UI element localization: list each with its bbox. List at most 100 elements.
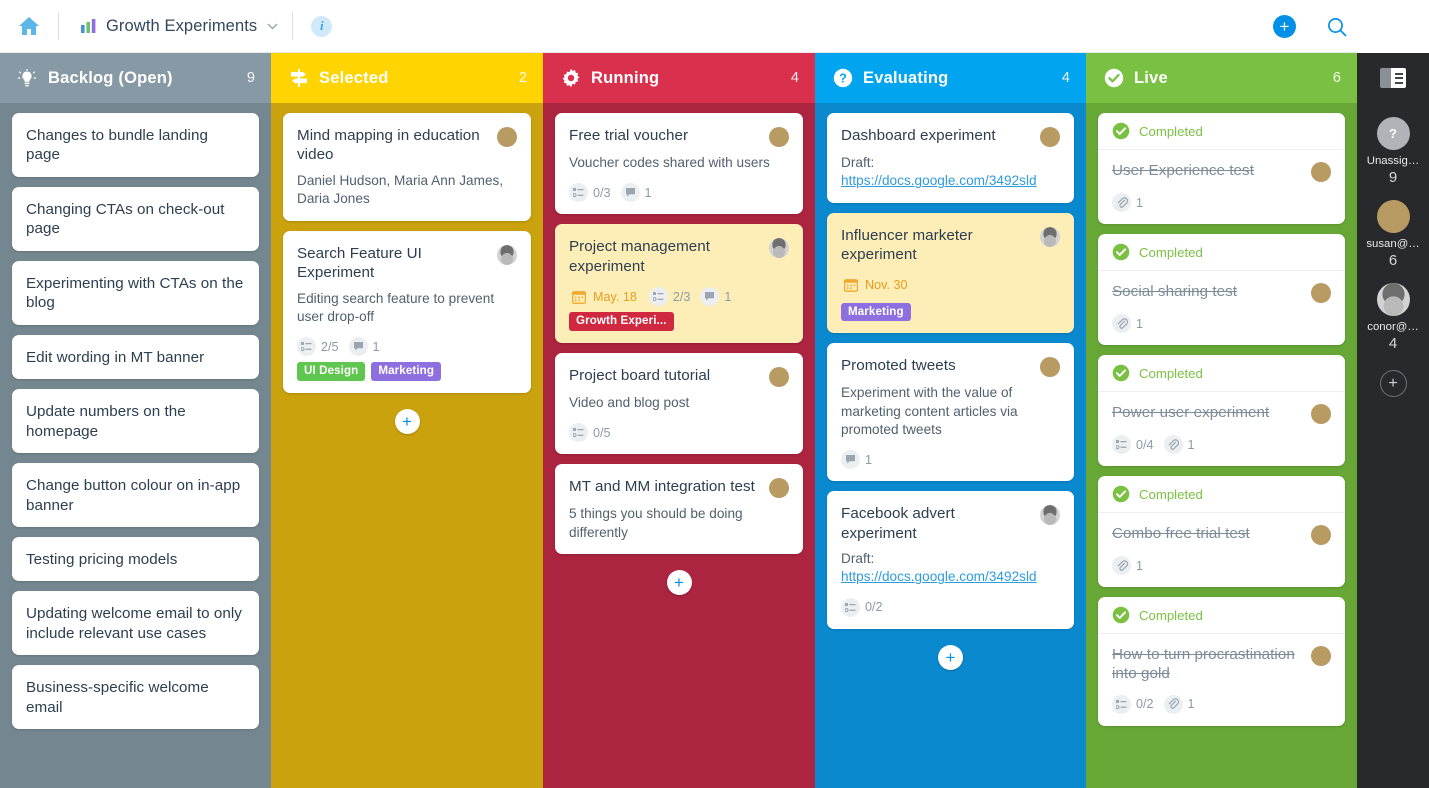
card-header-row: Project management experiment [569, 237, 789, 276]
card-body: Social sharing test 1 [1098, 271, 1345, 345]
comment-icon [348, 337, 368, 357]
kanban-card[interactable]: Search Feature UI Experiment Editing sear… [283, 230, 531, 393]
kanban-card[interactable]: Experimenting with CTAs on the blog [12, 260, 259, 325]
column-header-running[interactable]: Running 4 [543, 53, 815, 103]
checklist-progress-count: 2/5 [321, 339, 339, 354]
kanban-card[interactable]: Edit wording in MT banner [12, 334, 259, 380]
kanban-card[interactable]: Project board tutorial Video and blog pos… [555, 352, 803, 455]
kanban-card[interactable]: Free trial voucher Voucher codes shared w… [555, 113, 803, 215]
add-card-row: + [827, 639, 1074, 670]
column-body-running: Free trial voucher Voucher codes shared w… [543, 103, 815, 788]
comment-icon [700, 287, 720, 307]
svg-text:?: ? [839, 72, 847, 86]
avatar [1311, 646, 1331, 666]
due-date-text: Nov. 30 [865, 278, 908, 293]
panel-toggle-button[interactable] [1357, 53, 1429, 103]
avatar [1040, 226, 1060, 247]
rail-spacer [1357, 0, 1429, 53]
rail-user-0[interactable]: ? Unassig… 9 [1357, 117, 1429, 186]
tag[interactable]: UI Design [297, 362, 366, 381]
card-body: Power user experiment 0/4 1 [1098, 392, 1345, 466]
add-button[interactable]: + [1259, 15, 1310, 38]
kanban-card[interactable]: Completed User Experience test 1 [1098, 113, 1345, 224]
kanban-card[interactable]: MT and MM integration test 5 things you s… [555, 464, 803, 554]
tag[interactable]: Marketing [841, 302, 911, 322]
card-tags: Growth Experi... [569, 312, 674, 331]
card-link[interactable]: https://docs.google.com/3492sld [841, 172, 1060, 190]
kanban-card[interactable]: Changes to bundle landing page [12, 113, 259, 177]
column-body-live: Completed User Experience test 1 Completed S… [1086, 103, 1357, 788]
add-card-button[interactable]: + [938, 644, 963, 670]
card-header-row: Changes to bundle landing page [26, 126, 245, 165]
comment-icon [841, 450, 860, 470]
due-date: Nov. 30 [841, 276, 907, 295]
kanban-card[interactable]: Promoted tweets Experiment with the value… [827, 343, 1074, 482]
kanban-card[interactable]: Dashboard experiment Draft: https://docs.g… [827, 113, 1074, 203]
comment-count: 1 [348, 337, 380, 357]
kanban-card[interactable]: Change button colour on in-app banner [12, 463, 259, 527]
card-title: Testing pricing models [26, 550, 178, 568]
rail-user-2[interactable]: conor@… 4 [1357, 283, 1429, 352]
card-header-row: Updating welcome email to only include r… [26, 604, 245, 643]
card-title: Influencer marketer experiment [841, 226, 973, 264]
kanban-card[interactable]: Project management experiment May. 18 2/3 1… [555, 224, 803, 343]
plus-icon: + [1273, 15, 1296, 38]
card-title: Experimenting with CTAs on the blog [26, 274, 244, 312]
tag[interactable]: Growth Experi... [569, 312, 674, 331]
comment-count: 1 [841, 450, 872, 470]
card-meta: 1 [1112, 193, 1331, 212]
card-description: Draft: https://docs.google.com/3492sld [841, 550, 1060, 587]
kanban-card[interactable]: Changing CTAs on check-out page [12, 186, 259, 251]
checklist-icon [1112, 694, 1131, 714]
column-header-backlog[interactable]: Backlog (Open) 9 [0, 53, 271, 103]
tag[interactable]: Marketing [371, 362, 442, 381]
checklist-progress: 0/2 [1112, 694, 1154, 714]
avatar [769, 366, 789, 387]
card-header-row: Edit wording in MT banner [26, 348, 245, 367]
chevron-down-icon[interactable] [267, 23, 278, 30]
card-header-row: Combo free trial test [1112, 524, 1331, 545]
kanban-card[interactable]: Completed Social sharing test 1 [1098, 234, 1345, 345]
column-header-evaluating[interactable]: ? Evaluating 4 [815, 53, 1086, 103]
home-button[interactable] [0, 15, 58, 37]
kanban-card[interactable]: Update numbers on the homepage [12, 389, 259, 454]
search-button[interactable] [1310, 16, 1364, 38]
add-user-button[interactable]: + [1379, 370, 1407, 397]
check-circle-icon [1112, 364, 1130, 382]
info-button[interactable]: i [293, 15, 350, 37]
attachment-count: 1 [1163, 694, 1195, 714]
kanban-card[interactable]: Mind mapping in education video Daniel Hu… [283, 113, 531, 221]
rail-user-count: 6 [1388, 252, 1398, 269]
card-title: Project management experiment [569, 238, 711, 275]
column-count: 4 [1061, 70, 1070, 86]
add-card-button[interactable]: + [394, 408, 420, 434]
card-title: Business-specific welcome email [26, 679, 209, 716]
kanban-card[interactable]: Completed Power user experiment 0/4 1 [1098, 355, 1345, 466]
kanban-card[interactable]: Business-specific welcome email [12, 665, 259, 730]
card-header-row: User Experience test [1112, 161, 1331, 182]
kanban-card[interactable]: Completed How to turn procrastination int… [1098, 597, 1345, 726]
kanban-card[interactable]: Testing pricing models [12, 536, 259, 582]
checklist-icon [297, 337, 316, 357]
kanban-card[interactable]: Facebook advert experiment Draft: https://… [827, 491, 1074, 629]
card-header-row: Changing CTAs on check-out page [26, 200, 245, 239]
card-title: Changes to bundle landing page [26, 127, 208, 164]
column-body-selected: Mind mapping in education video Daniel Hu… [271, 103, 543, 788]
card-header-row: Update numbers on the homepage [26, 402, 245, 441]
column-header-selected[interactable]: Selected 2 [271, 53, 543, 103]
column-header-live[interactable]: Live 6 [1086, 53, 1357, 103]
card-link[interactable]: https://docs.google.com/3492sld [841, 568, 1060, 586]
lightbulb-icon [18, 68, 36, 88]
kanban-card[interactable]: Influencer marketer experiment Nov. 30 Mar… [827, 212, 1074, 334]
rail-user-count: 9 [1388, 169, 1398, 186]
card-description: Draft: https://docs.google.com/3492sld [841, 154, 1060, 191]
add-card-button[interactable]: + [666, 569, 692, 595]
avatar [1040, 127, 1060, 147]
kanban-card[interactable]: Completed Combo free trial test 1 [1098, 476, 1345, 587]
card-header-row: Social sharing test [1112, 282, 1331, 303]
rail-user-1[interactable]: susan@… 6 [1357, 200, 1429, 269]
check-circle-icon [1104, 68, 1124, 88]
status-badge: Completed [1098, 476, 1345, 513]
kanban-card[interactable]: Updating welcome email to only include r… [12, 591, 259, 656]
board-selector[interactable]: Growth Experiments [59, 0, 292, 53]
